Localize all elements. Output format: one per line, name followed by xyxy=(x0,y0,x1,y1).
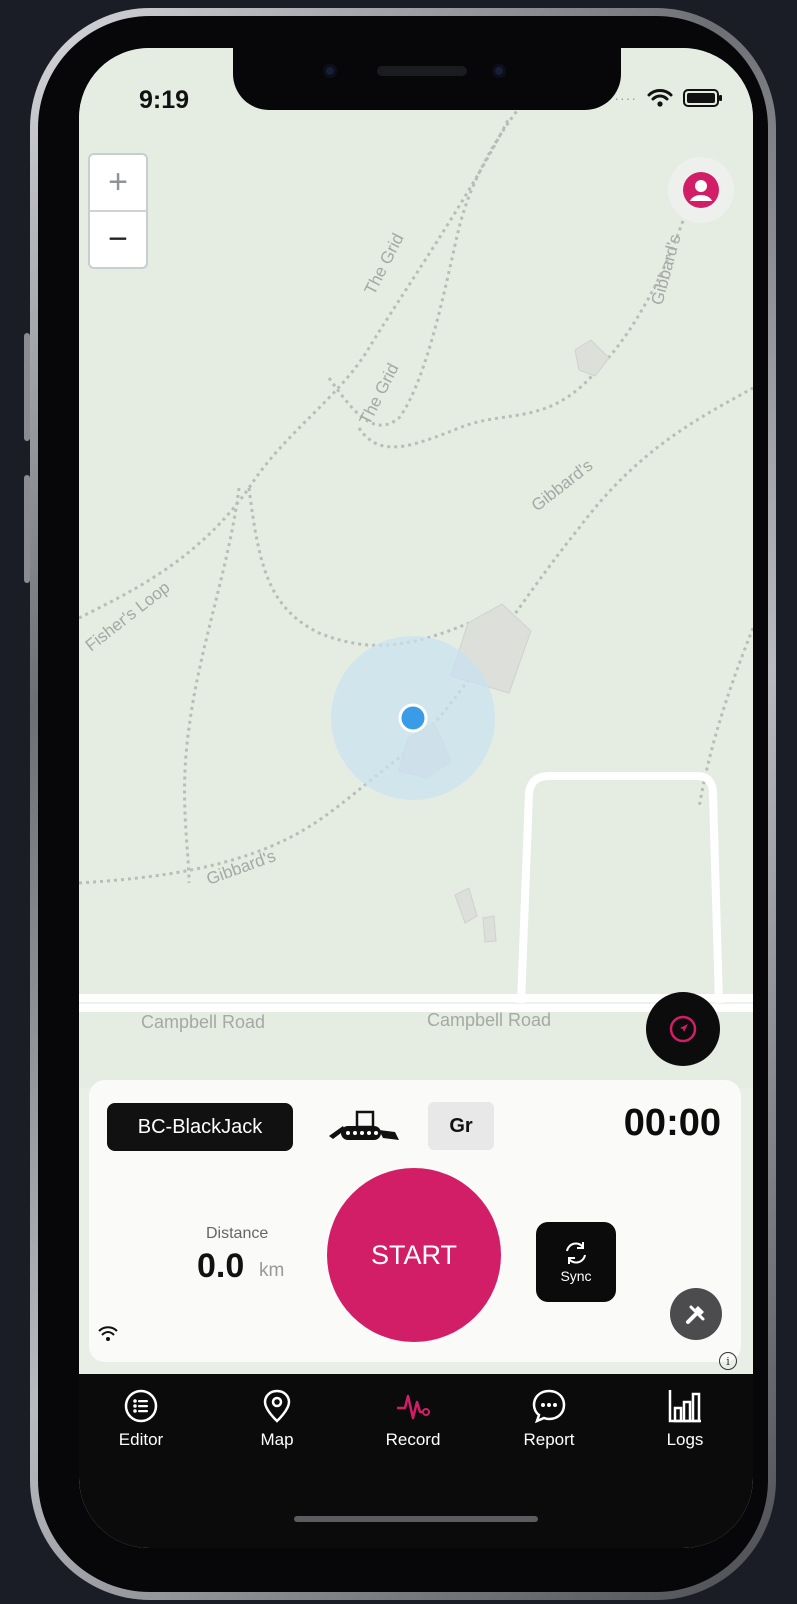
trail-label: Gibbard's xyxy=(528,456,597,515)
distance-unit: km xyxy=(259,1260,285,1281)
zoom-control: + − xyxy=(88,153,148,269)
trail-label: Fisher's Loop xyxy=(82,578,174,655)
list-icon xyxy=(124,1389,158,1423)
tab-label: Report xyxy=(523,1430,575,1449)
map-pin-icon xyxy=(263,1389,291,1423)
user-icon xyxy=(683,172,719,208)
tools-button[interactable] xyxy=(670,1288,722,1340)
status-time: 9:19 xyxy=(139,86,190,114)
tab-bar: Editor Map Record Report Logs xyxy=(79,1374,753,1548)
zoom-in-button[interactable]: + xyxy=(90,155,146,212)
tab-label: Map xyxy=(260,1430,294,1449)
record-panel: BC-BlackJack Gr 00:00 Distance 0.0 km ST… xyxy=(89,1080,741,1362)
sync-icon xyxy=(566,1242,586,1264)
zoom-out-button[interactable]: − xyxy=(90,212,146,267)
tab-label: Editor xyxy=(118,1430,164,1449)
map-canvas: The Grid The Grid Gibbard's Gibbard's Gi… xyxy=(79,107,753,1032)
start-button[interactable]: START xyxy=(327,1168,501,1342)
sync-label: Sync xyxy=(560,1268,592,1284)
elapsed-timer: 00:00 xyxy=(623,1102,721,1144)
notch xyxy=(233,48,621,110)
chat-bubble-icon xyxy=(532,1389,566,1424)
map-info-icon[interactable]: i xyxy=(719,1352,737,1370)
distance-label: Distance xyxy=(206,1225,269,1242)
trail-label: The Grid xyxy=(361,230,408,298)
wifi-icon xyxy=(647,89,673,107)
pulse-icon xyxy=(397,1394,430,1420)
recenter-location-button[interactable] xyxy=(646,992,720,1066)
home-indicator[interactable] xyxy=(294,1516,538,1522)
connection-icon xyxy=(98,1326,118,1341)
sensor xyxy=(492,64,506,78)
tab-map[interactable]: Map xyxy=(222,1388,332,1450)
battery-icon xyxy=(683,89,722,107)
tab-report[interactable]: Report xyxy=(494,1388,604,1450)
map-view[interactable]: The Grid The Grid Gibbard's Gibbard's Gi… xyxy=(79,48,753,1088)
road-label: Campbell Road xyxy=(427,1010,551,1030)
distance-value: 0.0 xyxy=(197,1247,245,1285)
tab-logs[interactable]: Logs xyxy=(630,1388,740,1450)
vehicle-select-button[interactable]: BC-BlackJack xyxy=(107,1103,293,1151)
app-screen: The Grid The Grid Gibbard's Gibbard's Gi… xyxy=(79,48,753,1548)
tab-record[interactable]: Record xyxy=(358,1388,468,1450)
speaker xyxy=(377,66,467,76)
sync-button[interactable]: Sync xyxy=(536,1222,616,1302)
road-label: Campbell Road xyxy=(141,1012,265,1032)
status-indicators: ···· xyxy=(614,88,723,108)
trail-label: Gibbard's xyxy=(648,232,685,307)
trail-label: The Grid xyxy=(356,360,403,428)
trail-label: Gibbard's xyxy=(204,846,278,889)
tab-label: Logs xyxy=(666,1430,704,1449)
profile-button[interactable] xyxy=(668,157,734,223)
signal-icon: ···· xyxy=(614,90,637,106)
tab-editor[interactable]: Editor xyxy=(86,1388,196,1450)
bar-chart-icon xyxy=(668,1390,701,1423)
tab-label: Record xyxy=(385,1430,441,1449)
navigation-arrow-icon xyxy=(669,1015,697,1043)
camera xyxy=(323,64,337,78)
grade-button[interactable]: Gr xyxy=(428,1102,494,1150)
groomer-icon xyxy=(329,1110,399,1140)
tools-icon xyxy=(686,1305,705,1324)
